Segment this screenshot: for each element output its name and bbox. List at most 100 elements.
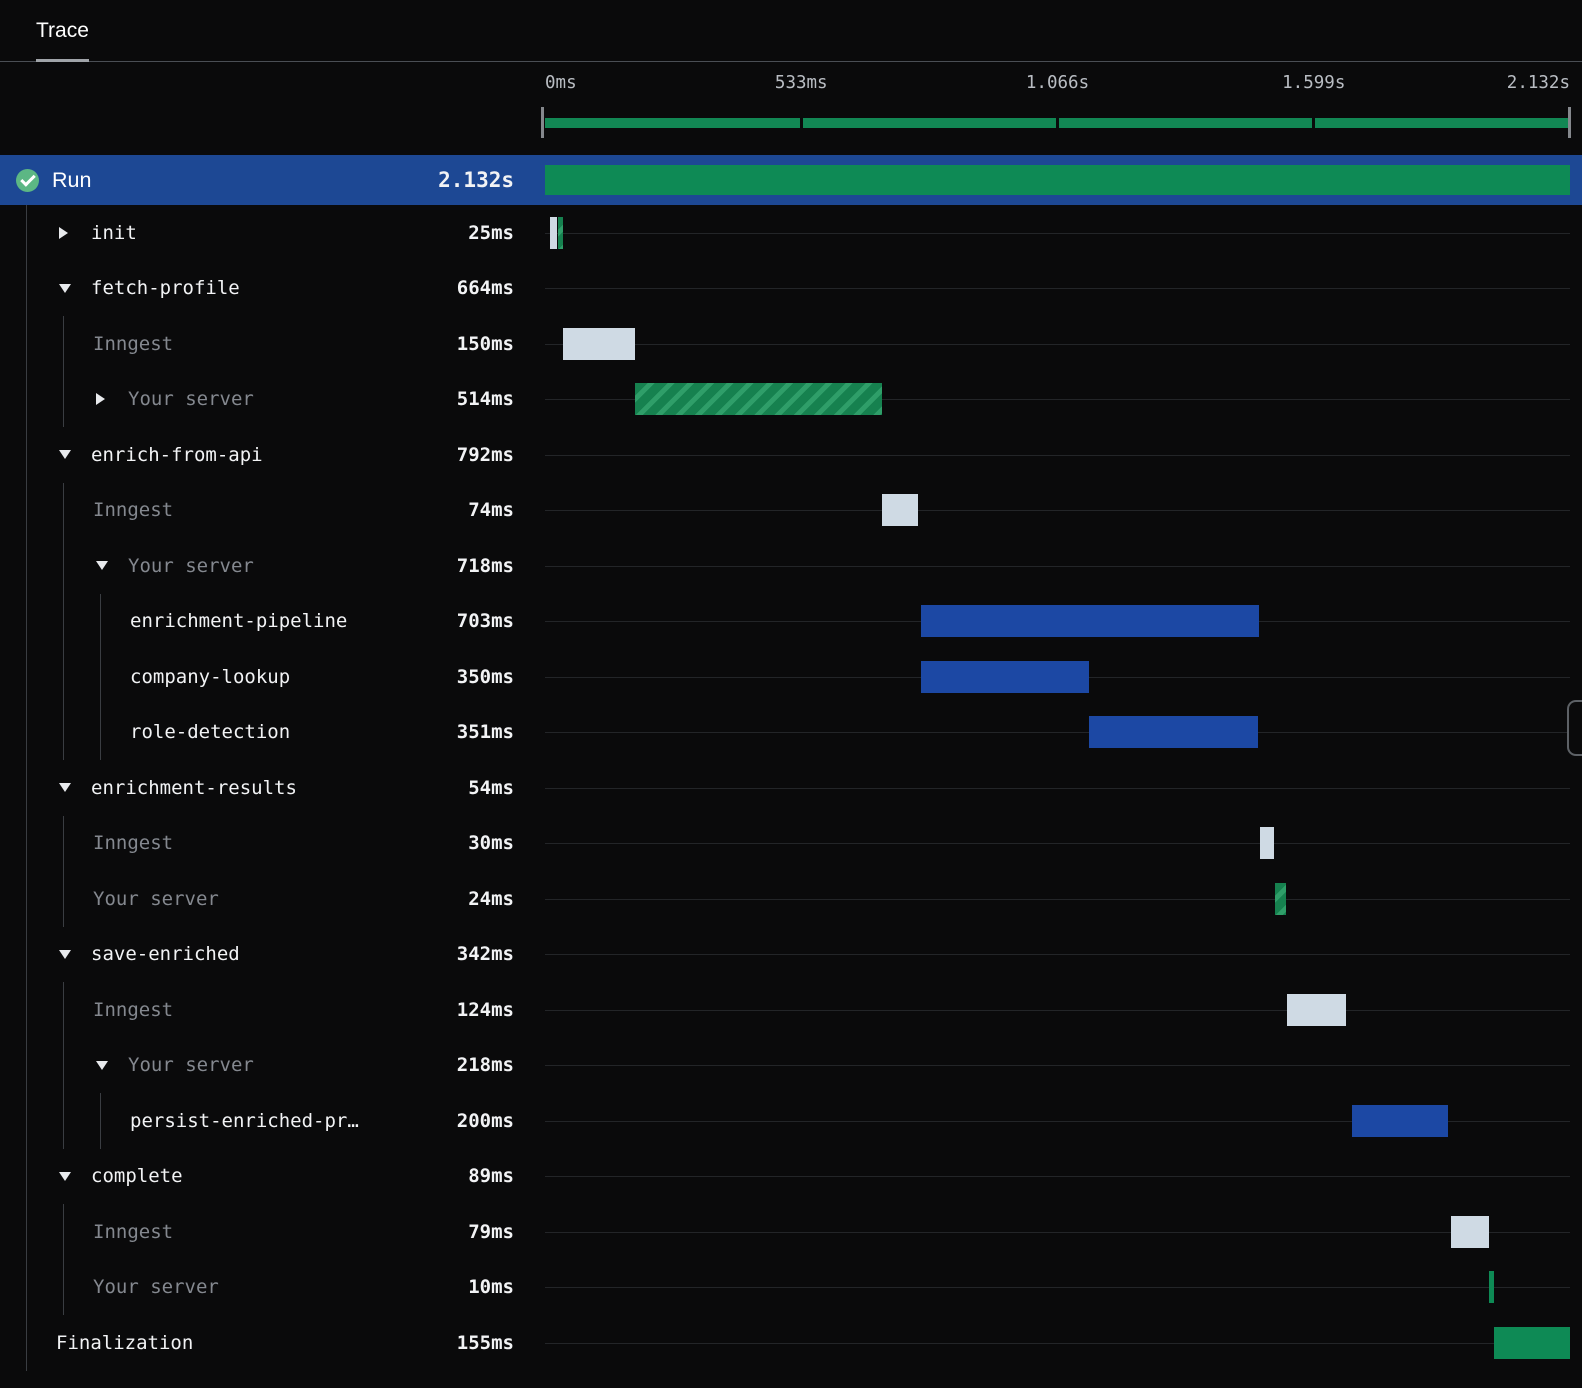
span-duration: 89ms [468, 1165, 514, 1188]
chevron-down-icon [59, 450, 71, 460]
span-duration: 718ms [456, 554, 514, 577]
chevron-down-icon [96, 561, 108, 571]
indent-guide-line [26, 205, 27, 1371]
span-track [545, 427, 1570, 483]
side-panel-handle[interactable] [1567, 700, 1582, 756]
span-bar-hatched-green[interactable] [557, 216, 563, 249]
span-duration: 350ms [456, 665, 514, 688]
collapse-arrow[interactable] [56, 450, 91, 460]
trace-row-complete[interactable]: complete 89ms [0, 1149, 1582, 1205]
span-name: persist-enriched-pr… [130, 1109, 359, 1132]
span-bar-solid-green[interactable] [1494, 1326, 1570, 1359]
trace-row-your-server[interactable]: Your server 24ms [0, 871, 1582, 927]
trace-row-inngest[interactable]: Inngest 79ms [0, 1204, 1582, 1260]
span-bar-queued[interactable] [882, 494, 918, 527]
span-bar-solid-green[interactable] [1488, 1271, 1494, 1304]
trace-row-inngest[interactable]: Inngest 74ms [0, 483, 1582, 539]
trace-row-inngest[interactable]: Inngest 150ms [0, 316, 1582, 372]
span-name: Your server [128, 554, 254, 577]
tab-bar: Trace [0, 0, 1582, 62]
span-duration: 74ms [468, 499, 514, 522]
trace-row-your-server[interactable]: Your server 218ms [0, 1038, 1582, 1094]
span-bar-hatched-green[interactable] [634, 383, 882, 416]
collapse-arrow[interactable] [56, 283, 91, 293]
trace-row-your-server[interactable]: Your server 10ms [0, 1260, 1582, 1316]
span-duration: 664ms [456, 277, 514, 300]
span-duration: 30ms [468, 832, 514, 855]
track-gridline [545, 1176, 1570, 1178]
span-track [545, 760, 1570, 816]
track-gridline [545, 954, 1570, 956]
span-bar-blue[interactable] [920, 605, 1259, 638]
trace-row-your-server[interactable]: Your server 514ms [0, 372, 1582, 428]
span-name: enrich-from-api [91, 443, 263, 466]
collapse-arrow[interactable] [56, 783, 91, 793]
track-gridline [545, 898, 1570, 900]
span-duration: 24ms [468, 887, 514, 910]
track-gridline [545, 732, 1570, 734]
trace-row-role-detection[interactable]: role-detection 351ms [0, 705, 1582, 761]
collapse-arrow[interactable] [56, 949, 91, 959]
span-bar-blue[interactable] [1088, 716, 1258, 749]
span-bar-queued[interactable] [562, 327, 635, 360]
span-track [545, 927, 1570, 983]
span-name: save-enriched [91, 943, 240, 966]
minimap-segment [1059, 118, 1313, 128]
span-bar-queued[interactable] [549, 216, 558, 249]
collapse-arrow[interactable] [93, 561, 128, 571]
trace-row-persist-enriched-pr[interactable]: persist-enriched-pr… 200ms [0, 1093, 1582, 1149]
span-name: init [91, 221, 137, 244]
span-duration: 150ms [456, 332, 514, 355]
trace-row-company-lookup[interactable]: company-lookup 350ms [0, 649, 1582, 705]
trace-row-your-server[interactable]: Your server 718ms [0, 538, 1582, 594]
span-track [545, 1260, 1570, 1316]
chevron-right-icon [96, 393, 105, 406]
trace-row-finalization[interactable]: Finalization 155ms [0, 1315, 1582, 1371]
indent-guide-line [63, 482, 64, 760]
span-track [545, 261, 1570, 317]
collapse-arrow[interactable] [56, 1171, 91, 1181]
tab-trace[interactable]: Trace [36, 0, 89, 62]
span-name: Your server [93, 1276, 219, 1299]
trace-row-enrichment-pipeline[interactable]: enrichment-pipeline 703ms [0, 594, 1582, 650]
span-bar-queued[interactable] [1259, 827, 1275, 860]
span-bar-queued[interactable] [1450, 1215, 1489, 1248]
tab-trace-label: Trace [36, 18, 89, 42]
track-gridline [545, 565, 1570, 567]
track-gridline [545, 454, 1570, 456]
track-gridline [545, 510, 1570, 512]
status-success-icon [16, 168, 39, 192]
track-gridline [545, 1231, 1570, 1233]
trace-row-init[interactable]: init 25ms [0, 205, 1582, 261]
track-gridline [545, 1009, 1570, 1011]
indent-guide-line [63, 982, 64, 1149]
trace-row-save-enriched[interactable]: save-enriched 342ms [0, 927, 1582, 983]
trace-row-inngest[interactable]: Inngest 124ms [0, 982, 1582, 1038]
span-bar-queued[interactable] [1286, 993, 1347, 1026]
trace-row-fetch-profile[interactable]: fetch-profile 664ms [0, 261, 1582, 317]
span-bar-solid-green[interactable] [545, 165, 1570, 195]
minimap-end-tick [1568, 107, 1571, 138]
track-gridline [545, 1342, 1570, 1344]
timeline-minimap[interactable] [541, 107, 1571, 138]
minimap-start-tick [541, 107, 544, 138]
trace-row-run[interactable]: Run 2.132s [0, 155, 1582, 205]
span-duration: 792ms [456, 443, 514, 466]
span-track [545, 705, 1570, 761]
chevron-right-icon [59, 226, 68, 239]
span-duration: 25ms [468, 221, 514, 244]
span-bar-blue[interactable] [920, 660, 1090, 693]
span-duration: 342ms [456, 943, 514, 966]
span-name: Inngest [93, 332, 174, 355]
span-duration: 514ms [456, 388, 514, 411]
trace-row-enrich-from-api[interactable]: enrich-from-api 792ms [0, 427, 1582, 483]
expand-arrow[interactable] [93, 393, 128, 406]
span-bar-hatched-green[interactable] [1274, 882, 1287, 915]
trace-span-list: Run 2.132s init 25ms fetch-profile 664ms Innge… [0, 155, 1582, 1371]
trace-row-enrichment-results[interactable]: enrichment-results 54ms [0, 760, 1582, 816]
collapse-arrow[interactable] [93, 1060, 128, 1070]
span-bar-blue[interactable] [1352, 1104, 1449, 1137]
trace-row-inngest[interactable]: Inngest 30ms [0, 816, 1582, 872]
span-name: company-lookup [130, 665, 291, 688]
expand-arrow[interactable] [56, 226, 91, 239]
